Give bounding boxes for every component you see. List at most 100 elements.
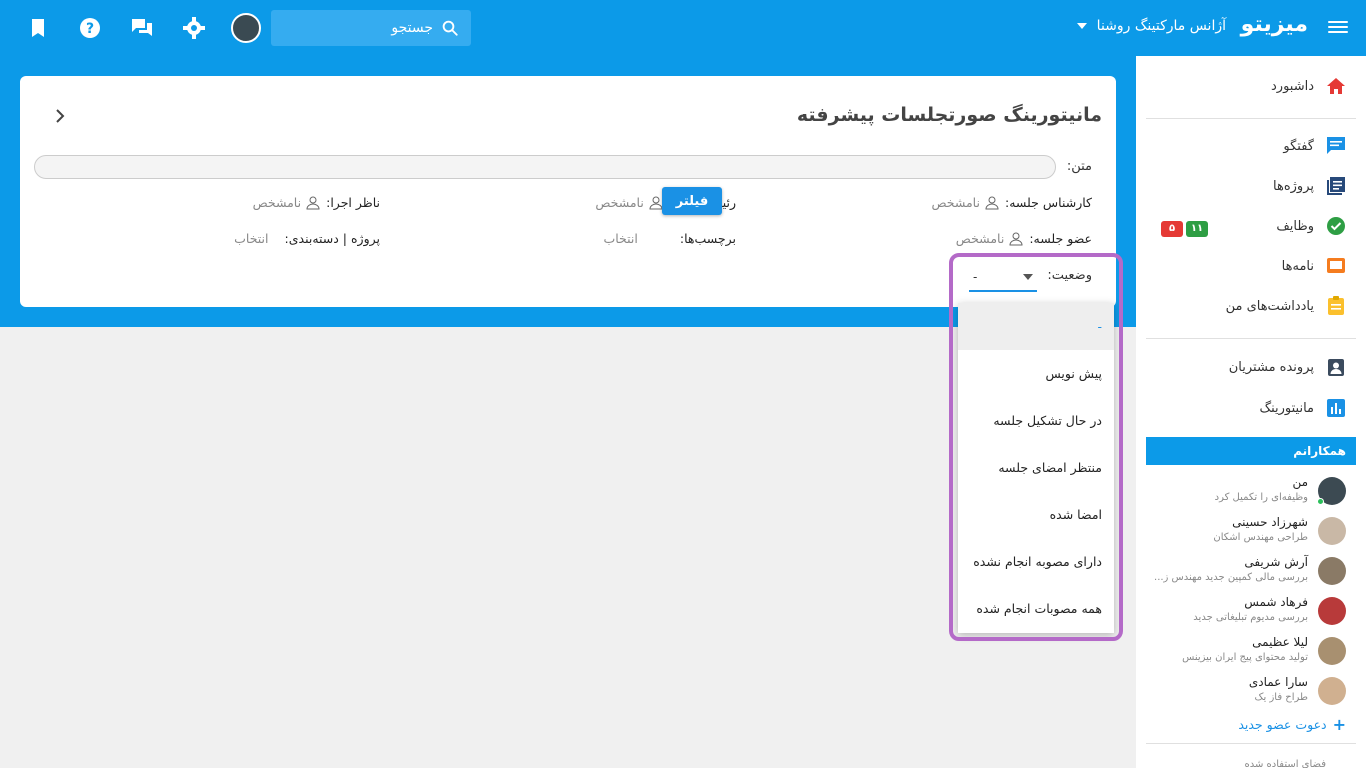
colleague-item[interactable]: فرهاد شمس بررسی مدیوم تبلیغاتی جدید <box>1146 595 1346 629</box>
person-icon <box>306 196 320 209</box>
invite-member-link[interactable]: + دعوت عضو جدید <box>1238 715 1346 734</box>
supervisor-field[interactable]: ناظر اجرا: نامشخص <box>253 195 380 210</box>
colleague-item[interactable]: لیلا عظیمی تولید محتوای پیج ایران بیزینس <box>1146 635 1346 669</box>
colleague-status: تولید محتوای پیج ایران بیزینس <box>1182 652 1308 663</box>
divider <box>1146 743 1356 744</box>
caret-down-icon <box>1076 23 1087 29</box>
expert-label: کارشناس جلسه: <box>1004 195 1092 210</box>
letters-icon <box>1327 258 1345 273</box>
profile-button[interactable] <box>220 12 272 44</box>
sidebar-item-customers[interactable]: پرونده مشتریان <box>1229 357 1346 377</box>
sidebar-item-chat[interactable]: گفتگو <box>1283 136 1346 156</box>
tasks-badge-red: ۵ <box>1161 221 1183 237</box>
member-field[interactable]: عضو جلسه: نامشخص <box>956 231 1092 246</box>
page-title: مانیتورینگ صورتجلسات پیشرفته <box>796 104 1102 126</box>
avatar <box>1318 597 1346 625</box>
tasks-icon <box>1327 217 1345 235</box>
member-value: نامشخص <box>955 231 1005 246</box>
sidebar-item-label: داشبورد <box>1271 78 1314 94</box>
bookmark-button[interactable] <box>12 12 64 44</box>
colleague-name: آرش شریفی <box>1244 555 1308 569</box>
colleague-status: طراحی مهندس اشکان <box>1213 532 1308 543</box>
home-icon <box>1327 78 1345 94</box>
storage-usage-label: فضای استفاده شده <box>1244 759 1326 768</box>
sidebar-item-label: پروژه‌ها <box>1273 178 1314 194</box>
avatar <box>231 13 261 43</box>
projects-icon <box>1327 177 1345 195</box>
app-logo[interactable]: میزیتو <box>1241 12 1308 37</box>
gear-icon <box>183 17 205 39</box>
help-button[interactable]: ? <box>64 12 116 44</box>
messages-icon <box>132 19 152 36</box>
expert-value: نامشخص <box>931 195 980 210</box>
tags-label: برچسب‌ها: <box>679 231 736 246</box>
sidebar-item-tasks[interactable]: وظایف <box>1276 216 1346 236</box>
monitoring-icon <box>1327 399 1345 417</box>
tasks-badge-green: ۱۱ <box>1186 221 1208 237</box>
avatar <box>1318 517 1346 545</box>
notes-icon <box>1328 296 1344 315</box>
project-label: پروژه | دسته‌بندی: <box>284 231 380 246</box>
person-icon <box>985 196 999 209</box>
colleague-item[interactable]: شهرزاد حسینی طراحی مهندس اشکان <box>1146 515 1346 549</box>
colleague-item[interactable]: سارا عمادی طراح فاز یک <box>1146 675 1346 709</box>
tags-field[interactable]: برچسب‌ها: انتخاب <box>603 231 736 246</box>
chair-value: نامشخص <box>595 195 644 210</box>
sidebar-item-monitoring[interactable]: مانیتورینگ <box>1259 398 1346 418</box>
sidebar-item-letters[interactable]: نامه‌ها <box>1282 256 1346 276</box>
colleague-name: لیلا عظیمی <box>1252 635 1308 649</box>
sidebar-item-dashboard[interactable]: داشبورد <box>1271 76 1346 96</box>
avatar <box>1318 677 1346 705</box>
bookmark-icon <box>32 19 44 37</box>
colleague-status: بررسی مالی کمپین جدید مهندس ز... <box>1154 572 1308 583</box>
settings-button[interactable] <box>168 12 220 44</box>
sidebar-item-notes[interactable]: یادداشت‌های من <box>1226 296 1346 316</box>
colleague-name: من <box>1292 475 1308 489</box>
tags-value: انتخاب <box>603 231 638 246</box>
sidebar-item-label: نامه‌ها <box>1281 258 1314 274</box>
sidebar-item-label: مانیتورینگ <box>1259 400 1314 416</box>
colleague-item[interactable]: آرش شریفی بررسی مالی کمپین جدید مهندس ز.… <box>1146 555 1346 589</box>
plus-icon: + <box>1332 715 1346 734</box>
avatar <box>1318 557 1346 585</box>
sidebar-item-label: وظایف <box>1276 218 1314 234</box>
chat-icon <box>1327 137 1345 154</box>
colleague-status: وظیفه‌ای را تکمیل کرد <box>1214 492 1308 503</box>
messages-button[interactable] <box>116 12 168 44</box>
colleague-status: طراح فاز یک <box>1254 692 1308 703</box>
project-value: انتخاب <box>234 231 269 246</box>
search-box[interactable] <box>271 10 471 46</box>
search-icon <box>442 20 458 36</box>
avatar <box>1317 477 1346 505</box>
avatar <box>1318 637 1346 665</box>
text-label: متن: <box>1066 159 1092 174</box>
divider <box>1146 338 1356 339</box>
top-bar: میزیتو آژانس مارکتینگ روشنا ? <box>0 0 1366 56</box>
online-indicator <box>1317 498 1324 505</box>
colleague-name: شهرزاد حسینی <box>1232 515 1308 529</box>
member-label: عضو جلسه: <box>1029 231 1092 246</box>
chevron-right-icon[interactable] <box>52 108 68 124</box>
colleague-status: بررسی مدیوم تبلیغاتی جدید <box>1193 612 1308 623</box>
colleague-name: فرهاد شمس <box>1244 595 1308 609</box>
help-icon: ? <box>80 18 100 38</box>
supervisor-label: ناظر اجرا: <box>326 195 380 210</box>
highlight-outline <box>949 253 1123 641</box>
org-name: آژانس مارکتینگ روشنا <box>1096 18 1226 34</box>
person-icon <box>1009 232 1023 245</box>
project-field[interactable]: پروژه | دسته‌بندی: انتخاب <box>234 231 380 246</box>
org-switcher[interactable]: آژانس مارکتینگ روشنا <box>1076 18 1226 34</box>
search-input[interactable] <box>313 20 433 36</box>
hamburger-menu-icon[interactable] <box>1328 18 1348 38</box>
colleagues-header: همکارانم <box>1146 437 1356 465</box>
sidebar-item-projects[interactable]: پروژه‌ها <box>1273 176 1346 196</box>
divider <box>1146 118 1356 119</box>
colleague-name: سارا عمادی <box>1248 675 1308 689</box>
expert-field[interactable]: کارشناس جلسه: نامشخص <box>931 195 1092 210</box>
filter-button[interactable]: فیلتر <box>662 187 722 215</box>
supervisor-value: نامشخص <box>252 195 302 210</box>
svg-text:?: ? <box>86 21 94 37</box>
sidebar-item-label: گفتگو <box>1283 138 1314 154</box>
colleague-item[interactable]: من وظیفه‌ای را تکمیل کرد <box>1146 475 1346 509</box>
text-input[interactable] <box>34 155 1056 179</box>
